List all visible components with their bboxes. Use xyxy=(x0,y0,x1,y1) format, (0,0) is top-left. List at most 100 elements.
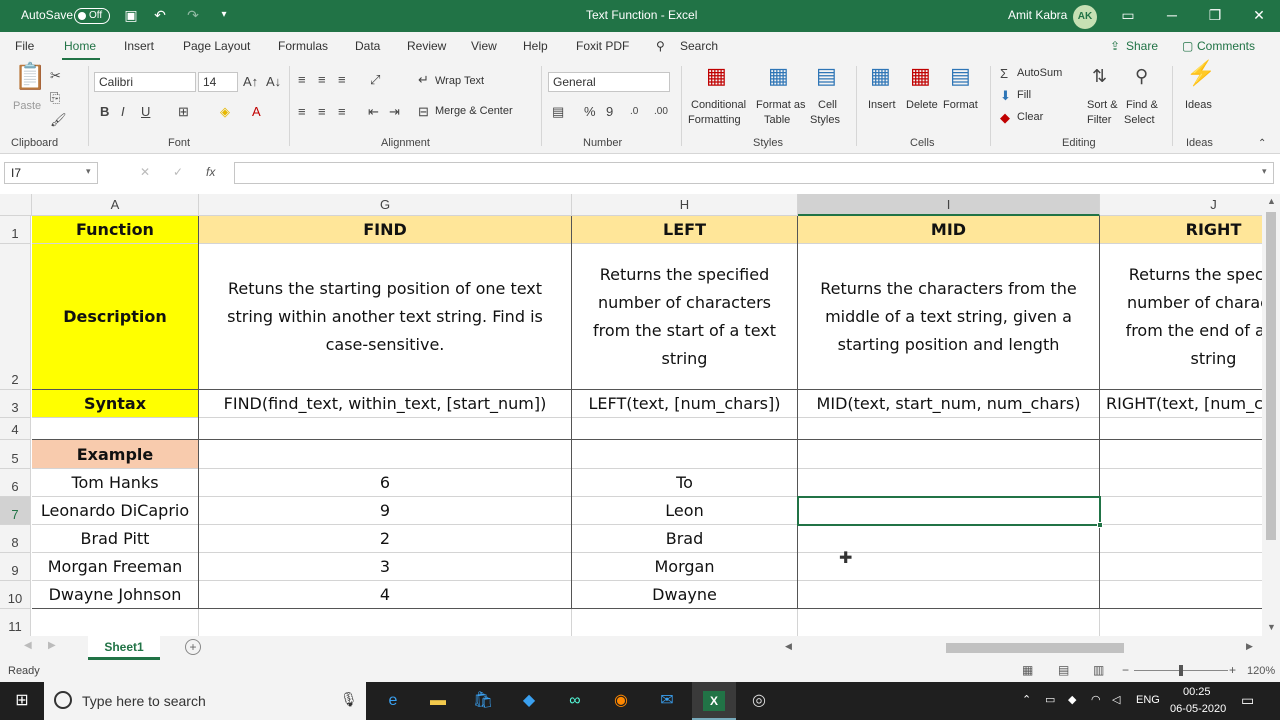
find-select-icon[interactable]: ⚲ xyxy=(1135,67,1148,85)
cell-g11[interactable] xyxy=(199,609,572,636)
clock-date[interactable]: 06-05-2020 xyxy=(1170,703,1226,715)
file-explorer-icon[interactable]: ▬ xyxy=(427,691,449,711)
percent-style-icon[interactable]: % xyxy=(584,104,596,120)
cell-styles-icon[interactable]: ▤ xyxy=(816,65,837,87)
row-header-7[interactable]: 7 xyxy=(0,497,31,525)
format-painter-icon[interactable]: 🖌 xyxy=(50,112,67,128)
minimize-icon[interactable]: ─ xyxy=(1164,7,1180,23)
scroll-right-icon[interactable]: ▶ xyxy=(1246,641,1253,652)
delete-cells-icon[interactable]: ▦ xyxy=(910,65,931,87)
font-size-select[interactable]: 14 xyxy=(198,72,238,92)
collapse-ribbon-icon[interactable]: ⌃ xyxy=(1258,136,1266,152)
wrap-text-button[interactable]: Wrap Text xyxy=(435,75,484,87)
app-icon[interactable]: ◎ xyxy=(748,691,770,711)
tab-data[interactable]: Data xyxy=(355,39,380,53)
show-hidden-icons-icon[interactable]: ⌃ xyxy=(1022,693,1031,706)
column-header-g[interactable]: G xyxy=(199,194,572,216)
cell-j3[interactable]: RIGHT(text, [num_chars]) xyxy=(1100,390,1262,418)
font-name-select[interactable]: Calibri xyxy=(94,72,196,92)
battery-icon[interactable]: ▭ xyxy=(1045,693,1055,706)
tab-home[interactable]: Home xyxy=(64,39,96,53)
conditional-formatting-label-1[interactable]: Conditional xyxy=(691,99,746,111)
row-header-11[interactable]: 11 xyxy=(0,609,31,636)
find-select-label-1[interactable]: Find & xyxy=(1126,99,1158,111)
insert-function-icon[interactable]: fx xyxy=(206,165,215,179)
cell-g3[interactable]: FIND(find_text, within_text, [start_num]… xyxy=(199,390,572,418)
orientation-icon[interactable]: ⤢ xyxy=(370,72,380,88)
ideas-icon[interactable]: ⚡ xyxy=(1186,62,1216,86)
page-break-view-icon[interactable]: ▥ xyxy=(1093,663,1104,677)
paste-icon[interactable]: 📋 xyxy=(14,63,46,89)
cell-i11[interactable] xyxy=(798,609,1100,636)
comma-style-icon[interactable]: 9 xyxy=(606,104,613,120)
cell-styles-label-2[interactable]: Styles xyxy=(810,114,840,126)
autosum-button[interactable]: AutoSum xyxy=(1017,67,1062,79)
wifi-icon[interactable]: ◠ xyxy=(1091,693,1101,706)
conditional-formatting-icon[interactable]: ▦ xyxy=(706,65,727,87)
delete-cells-button[interactable]: Delete xyxy=(906,99,938,111)
mail-icon[interactable]: ✉ xyxy=(656,691,678,711)
row-header-2[interactable]: 2 xyxy=(0,244,31,390)
page-layout-view-icon[interactable]: ▤ xyxy=(1058,663,1069,677)
expand-formula-bar-icon[interactable]: ▾ xyxy=(1262,166,1267,177)
cell-j1[interactable]: RIGHT xyxy=(1100,216,1262,244)
align-right-icon[interactable]: ≡ xyxy=(338,104,346,120)
dropbox-icon[interactable]: ◆ xyxy=(518,691,540,711)
insert-cells-icon[interactable]: ▦ xyxy=(870,65,891,87)
language-indicator[interactable]: ENG xyxy=(1136,694,1160,706)
zoom-level[interactable]: 120% xyxy=(1247,665,1275,677)
paste-label[interactable]: Paste xyxy=(13,100,41,112)
row-header-5[interactable]: 5 xyxy=(0,440,31,469)
notifications-icon[interactable]: ▭ xyxy=(1241,692,1254,709)
find-select-label-2[interactable]: Select xyxy=(1124,114,1155,126)
redo-icon[interactable]: ↷ xyxy=(185,7,201,23)
cell-h8[interactable]: Brad xyxy=(572,525,798,553)
font-color-icon[interactable]: A xyxy=(252,104,261,120)
underline-icon[interactable]: U xyxy=(141,104,150,120)
cell-i1[interactable]: MID xyxy=(798,216,1100,244)
save-icon[interactable]: ▣ xyxy=(123,7,139,23)
autosave-toggle[interactable]: Off xyxy=(74,8,110,24)
column-header-j[interactable]: J xyxy=(1100,194,1262,216)
clear-button[interactable]: Clear xyxy=(1017,111,1043,123)
decrease-font-size-icon[interactable]: A↓ xyxy=(266,74,281,90)
avatar[interactable]: AK xyxy=(1073,5,1097,29)
tell-me-search[interactable]: Search xyxy=(680,39,718,53)
windows-start-icon[interactable]: ⊞ xyxy=(11,691,33,711)
next-sheet-icon[interactable]: ▶ xyxy=(48,640,56,651)
cell-i3[interactable]: MID(text, start_num, num_chars) xyxy=(798,390,1100,418)
cell-i7[interactable] xyxy=(798,497,1100,525)
tab-file[interactable]: File xyxy=(15,39,34,53)
cell-a3[interactable]: Syntax xyxy=(32,390,199,418)
taskbar-search[interactable]: Type here to search 🎙 xyxy=(44,682,366,720)
row-header-3[interactable]: 3 xyxy=(0,390,31,418)
cancel-icon[interactable]: ✕ xyxy=(140,165,150,179)
format-cells-icon[interactable]: ▤ xyxy=(950,65,971,87)
tab-review[interactable]: Review xyxy=(407,39,446,53)
cell-h9[interactable]: Morgan xyxy=(572,553,798,581)
row-header-4[interactable]: 4 xyxy=(0,418,31,440)
cell-j6[interactable] xyxy=(1100,469,1262,497)
cell-a4[interactable] xyxy=(32,418,199,440)
cell-i4[interactable] xyxy=(798,418,1100,440)
search-icon[interactable]: ⚲ xyxy=(656,39,665,53)
sheet-tab-sheet1[interactable]: Sheet1 xyxy=(88,636,160,660)
italic-icon[interactable]: I xyxy=(121,104,125,120)
firefox-icon[interactable]: ◉ xyxy=(610,691,632,711)
column-header-i[interactable]: I xyxy=(798,194,1100,216)
cell-a6[interactable]: Tom Hanks xyxy=(32,469,199,497)
top-align-icon[interactable]: ≡ xyxy=(298,72,306,88)
scroll-up-icon[interactable]: ▲ xyxy=(1267,196,1276,206)
volume-icon[interactable]: ◁ xyxy=(1112,693,1120,706)
ideas-button[interactable]: Ideas xyxy=(1185,99,1212,111)
cell-a9[interactable]: Morgan Freeman xyxy=(32,553,199,581)
cell-j2[interactable]: Returns the specified number of characte… xyxy=(1100,244,1262,390)
comments-button[interactable]: Comments xyxy=(1197,39,1255,53)
app-icon[interactable]: ∞ xyxy=(564,691,586,711)
enter-icon[interactable]: ✓ xyxy=(173,165,183,179)
row-header-1[interactable]: 1 xyxy=(0,216,31,244)
excel-taskbar-item[interactable]: X xyxy=(692,682,736,720)
cell-g4[interactable] xyxy=(199,418,572,440)
fill-button[interactable]: Fill xyxy=(1017,89,1031,101)
prev-sheet-icon[interactable]: ◀ xyxy=(24,640,32,651)
